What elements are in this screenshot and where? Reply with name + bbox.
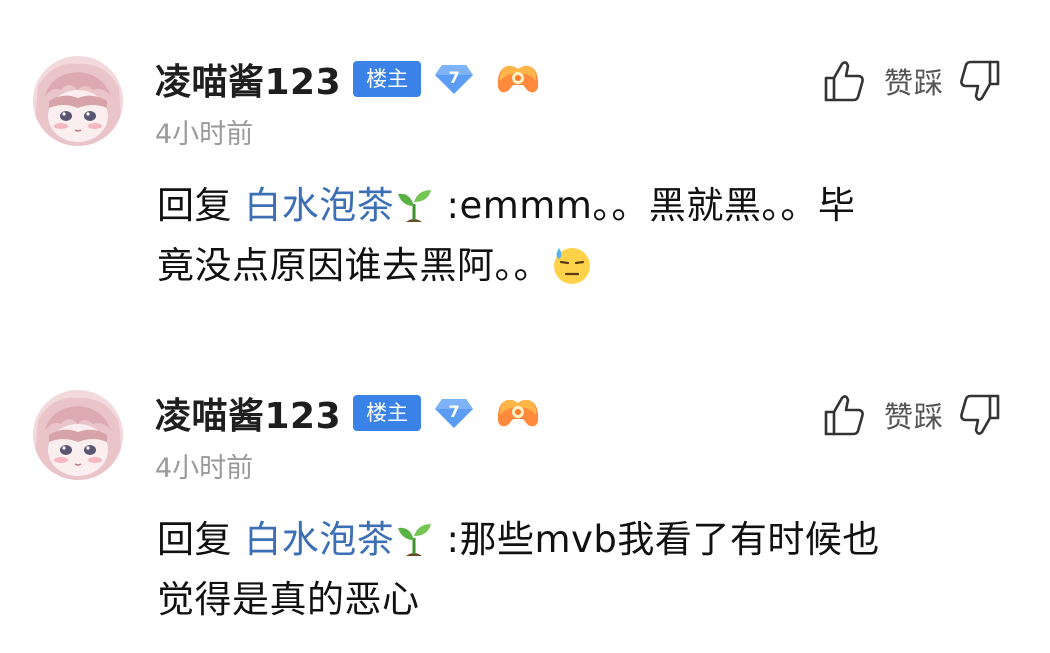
comment-time: 4小时前: [155, 453, 254, 484]
comment-text-line2: 觉得是真的恶心: [157, 578, 420, 621]
thumbs-down-icon[interactable]: [958, 392, 1002, 438]
user-avatar[interactable]: [33, 390, 123, 480]
diamond-level-icon: 7: [433, 61, 475, 97]
level-number: 7: [448, 68, 460, 87]
game-controller-icon: [495, 61, 541, 97]
vote-label: 赞踩: [884, 400, 945, 434]
anime-girl-avatar-icon: [33, 56, 123, 146]
reply-prefix: 回复: [157, 184, 232, 227]
comment-text-line2: 竟没点原因谁去黑阿。。: [157, 244, 551, 287]
comment-content: 回复 白水泡茶 :emmm。。黑就黑。。毕 竟没点原因谁去黑阿。。: [157, 176, 1017, 296]
comment-time: 4小时前: [155, 119, 254, 150]
username[interactable]: 凌喵酱123: [155, 387, 341, 439]
comment-text-line1: :emmm。。黑就黑。。毕: [434, 184, 856, 227]
level-number: 7: [448, 402, 460, 421]
mention-link[interactable]: 白水泡茶: [244, 518, 394, 561]
thumbs-down-icon[interactable]: [958, 58, 1002, 104]
mention-link[interactable]: 白水泡茶: [244, 184, 394, 227]
diamond-level-icon: 7: [433, 395, 475, 431]
owner-badge: 楼主: [353, 395, 422, 431]
vote-actions: 赞踩: [822, 392, 1002, 438]
comment-content: 回复 白水泡茶 :那些mvb我看了有时候也 觉得是真的恶心: [157, 510, 1017, 630]
user-avatar[interactable]: [33, 56, 123, 146]
sprout-icon: [394, 520, 434, 558]
game-controller-icon: [495, 395, 541, 431]
comment-text-line1: :那些mvb我看了有时候也: [434, 518, 880, 561]
vote-label: 赞踩: [884, 66, 945, 100]
comment-header: 凌喵酱123 楼主 7: [155, 53, 541, 105]
owner-badge: 楼主: [353, 61, 422, 97]
reply-prefix: 回复: [157, 518, 232, 561]
anime-girl-avatar-icon: [33, 390, 123, 480]
comment-header: 凌喵酱123 楼主 7: [155, 387, 541, 439]
vote-actions: 赞踩: [822, 58, 1002, 104]
sprout-icon: [394, 186, 434, 224]
sweat-face-icon: [551, 244, 593, 286]
thumbs-up-icon[interactable]: [822, 392, 866, 438]
username[interactable]: 凌喵酱123: [155, 53, 341, 105]
thumbs-up-icon[interactable]: [822, 58, 866, 104]
